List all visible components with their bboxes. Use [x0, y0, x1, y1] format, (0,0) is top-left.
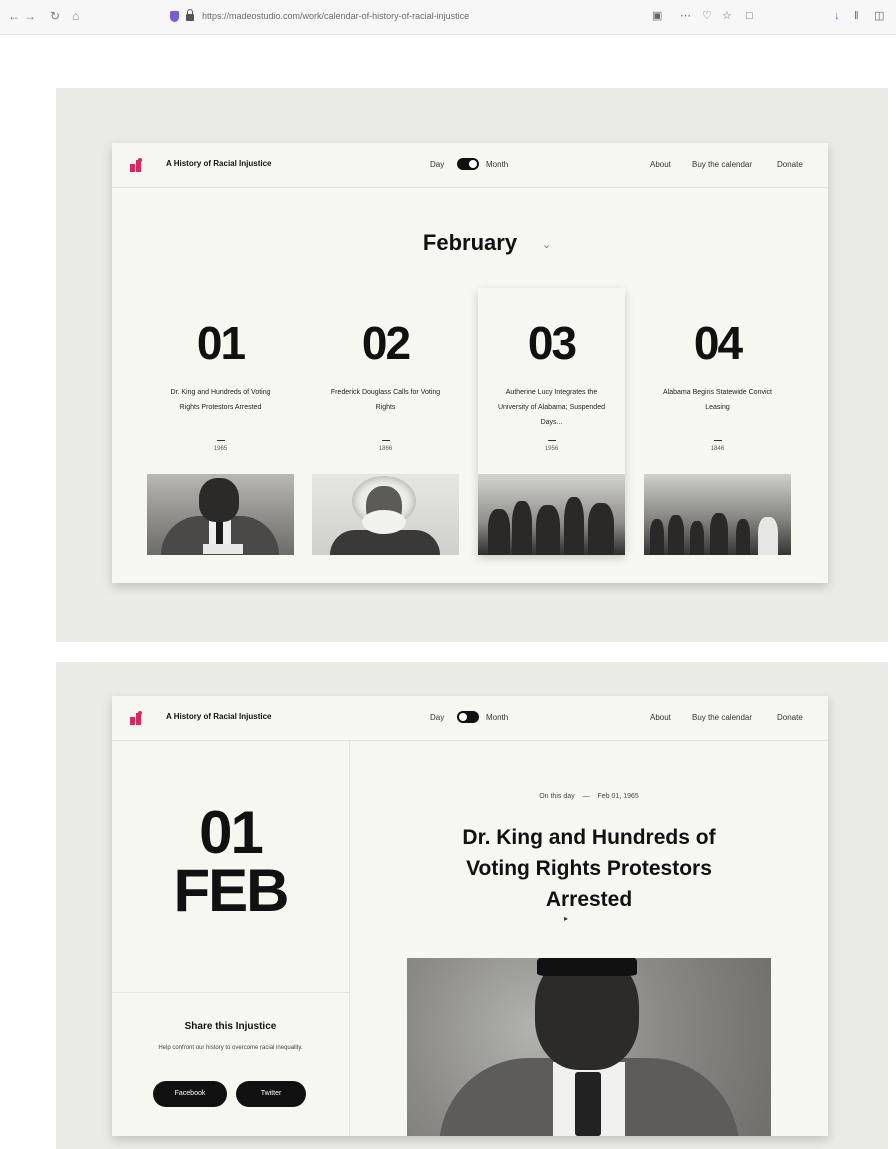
back-icon[interactable]: ←: [8, 9, 20, 23]
chevron-down-icon[interactable]: ⌄: [542, 238, 551, 251]
toggle-month-label[interactable]: Month: [486, 713, 508, 722]
nav-buy-calendar[interactable]: Buy the calendar: [692, 713, 752, 722]
day-number: 01: [196, 317, 246, 369]
divider: [217, 440, 225, 441]
share-title: Share this Injustice: [184, 1021, 277, 1032]
toggle-month-label[interactable]: Month: [486, 160, 508, 169]
download-icon[interactable]: ↓: [834, 9, 840, 23]
logo-icon[interactable]: [130, 158, 144, 172]
date-meta: On this day — Feb 01, 1965: [539, 793, 639, 800]
mlk-mugshot-photo: [147, 474, 294, 555]
nav-donate[interactable]: Donate: [777, 713, 803, 722]
month-title[interactable]: February: [112, 230, 828, 256]
site-header: A History of Racial Injustice Day Month …: [112, 143, 828, 188]
reload-icon[interactable]: ↻: [50, 9, 60, 23]
site-header: A History of Racial Injustice Day Month …: [112, 696, 828, 741]
day-number: 02: [361, 317, 411, 369]
day-number: 03: [527, 317, 577, 369]
day-view-screenshot: A History of Racial Injustice Day Month …: [56, 662, 888, 1149]
page-actions-icon[interactable]: ⋯: [680, 9, 691, 23]
day-year: 1846: [710, 446, 725, 452]
divider: [548, 440, 556, 441]
day-title: Frederick Douglass Calls for Voting Righ…: [330, 389, 441, 411]
day-title: Alabama Begins Statewide Convict Leasing: [663, 389, 772, 411]
bookmark-star-icon[interactable]: ☆: [722, 9, 732, 23]
day-number: 04: [693, 317, 743, 369]
day-card[interactable]: 04 Alabama Begins Statewide Convict Leas…: [644, 288, 791, 555]
mlk-portrait-photo: [407, 958, 771, 1136]
shield-icon[interactable]: [170, 11, 179, 22]
day-title: Dr. King and Hundreds of Voting Rights P…: [170, 389, 271, 411]
meta-date: Feb 01, 1965: [597, 793, 639, 800]
day-year: 1965: [213, 446, 228, 452]
site-title[interactable]: A History of Racial Injustice: [166, 159, 272, 168]
home-icon[interactable]: ⌂: [72, 9, 79, 23]
forward-icon[interactable]: →: [24, 9, 36, 23]
nav-about[interactable]: About: [650, 160, 671, 169]
nav-donate[interactable]: Donate: [777, 160, 803, 169]
mouse-cursor-icon: ▸: [564, 914, 569, 923]
headline: Dr. King and Hundreds of Voting Rights P…: [462, 826, 716, 911]
twitter-button[interactable]: Twitter: [236, 1081, 306, 1107]
day-card[interactable]: 01 Dr. King and Hundreds of Voting Right…: [147, 288, 294, 555]
nav-about[interactable]: About: [650, 713, 671, 722]
url-text[interactable]: https://madeostudio.com/work/calendar-of…: [202, 11, 469, 21]
screenshot-icon[interactable]: □: [746, 9, 753, 23]
big-date: 01 FEB: [112, 799, 349, 924]
month-view-app: A History of Racial Injustice Day Month …: [112, 143, 828, 583]
day-card-hovered[interactable]: 03 Autherine Lucy Integrates the Univers…: [478, 288, 625, 555]
sidebar-icon[interactable]: ◫: [874, 9, 884, 23]
day-card[interactable]: 02 Frederick Douglass Calls for Voting R…: [312, 288, 459, 555]
meta-label: On this day: [539, 793, 575, 800]
frederick-douglass-photo: [312, 474, 459, 555]
big-month: FEB: [173, 857, 290, 924]
divider: [112, 992, 349, 993]
big-day: 01: [199, 799, 264, 866]
lock-icon: [186, 9, 194, 21]
day-view-app: A History of Racial Injustice Day Month …: [112, 696, 828, 1136]
share-subtitle: Help confront our history to overcome ra…: [158, 1045, 303, 1051]
reader-view-icon[interactable]: ▣: [652, 9, 662, 23]
site-title[interactable]: A History of Racial Injustice: [166, 712, 272, 721]
toggle-switch[interactable]: [457, 711, 479, 723]
street-photo: [644, 474, 791, 555]
toggle-day-label[interactable]: Day: [430, 713, 444, 722]
nav-buy-calendar[interactable]: Buy the calendar: [692, 160, 752, 169]
toggle-switch[interactable]: [457, 158, 479, 170]
divider: [714, 440, 722, 441]
day-year: 1866: [378, 446, 393, 452]
pocket-icon[interactable]: ♡: [702, 9, 712, 23]
browser-toolbar: ← → ↻ ⌂ https://madeostudio.com/work/cal…: [0, 0, 896, 35]
logo-icon[interactable]: [130, 711, 144, 725]
toggle-day-label[interactable]: Day: [430, 160, 444, 169]
library-icon[interactable]: ‖: [854, 9, 859, 23]
facebook-button[interactable]: Facebook: [153, 1081, 227, 1107]
divider: [382, 440, 390, 441]
day-title: Autherine Lucy Integrates the University…: [497, 389, 605, 426]
month-view-screenshot: A History of Racial Injustice Day Month …: [56, 88, 888, 642]
day-year: 1956: [544, 446, 559, 452]
crowd-photo: [478, 474, 625, 555]
